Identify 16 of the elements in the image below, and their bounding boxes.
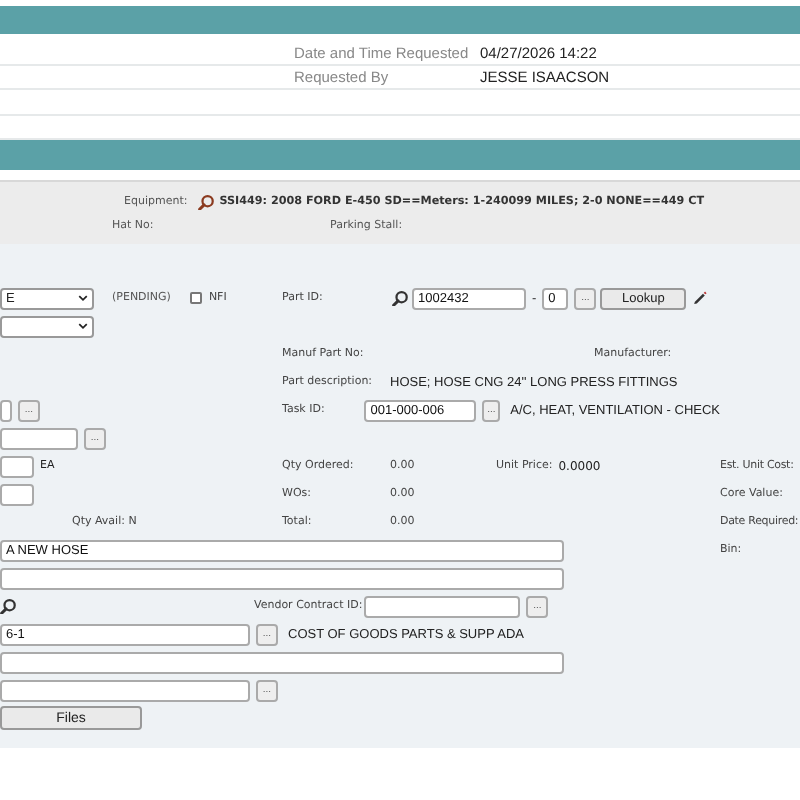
caret-icon [78,322,88,330]
caret-icon [78,294,88,302]
input-field[interactable] [364,595,521,617]
input-field[interactable] [0,483,34,505]
search-icon[interactable] [392,290,408,306]
input-field[interactable] [0,567,564,589]
input-field[interactable] [0,651,564,673]
input-field[interactable] [0,399,12,421]
input-field[interactable] [0,455,34,477]
pencil-icon[interactable] [692,290,709,306]
checkbox[interactable] [190,292,203,304]
search-icon[interactable] [0,598,16,614]
input-field[interactable] [0,427,78,449]
input-field[interactable] [0,679,250,701]
search-icon[interactable] [197,194,214,210]
dropdown[interactable] [0,315,94,337]
